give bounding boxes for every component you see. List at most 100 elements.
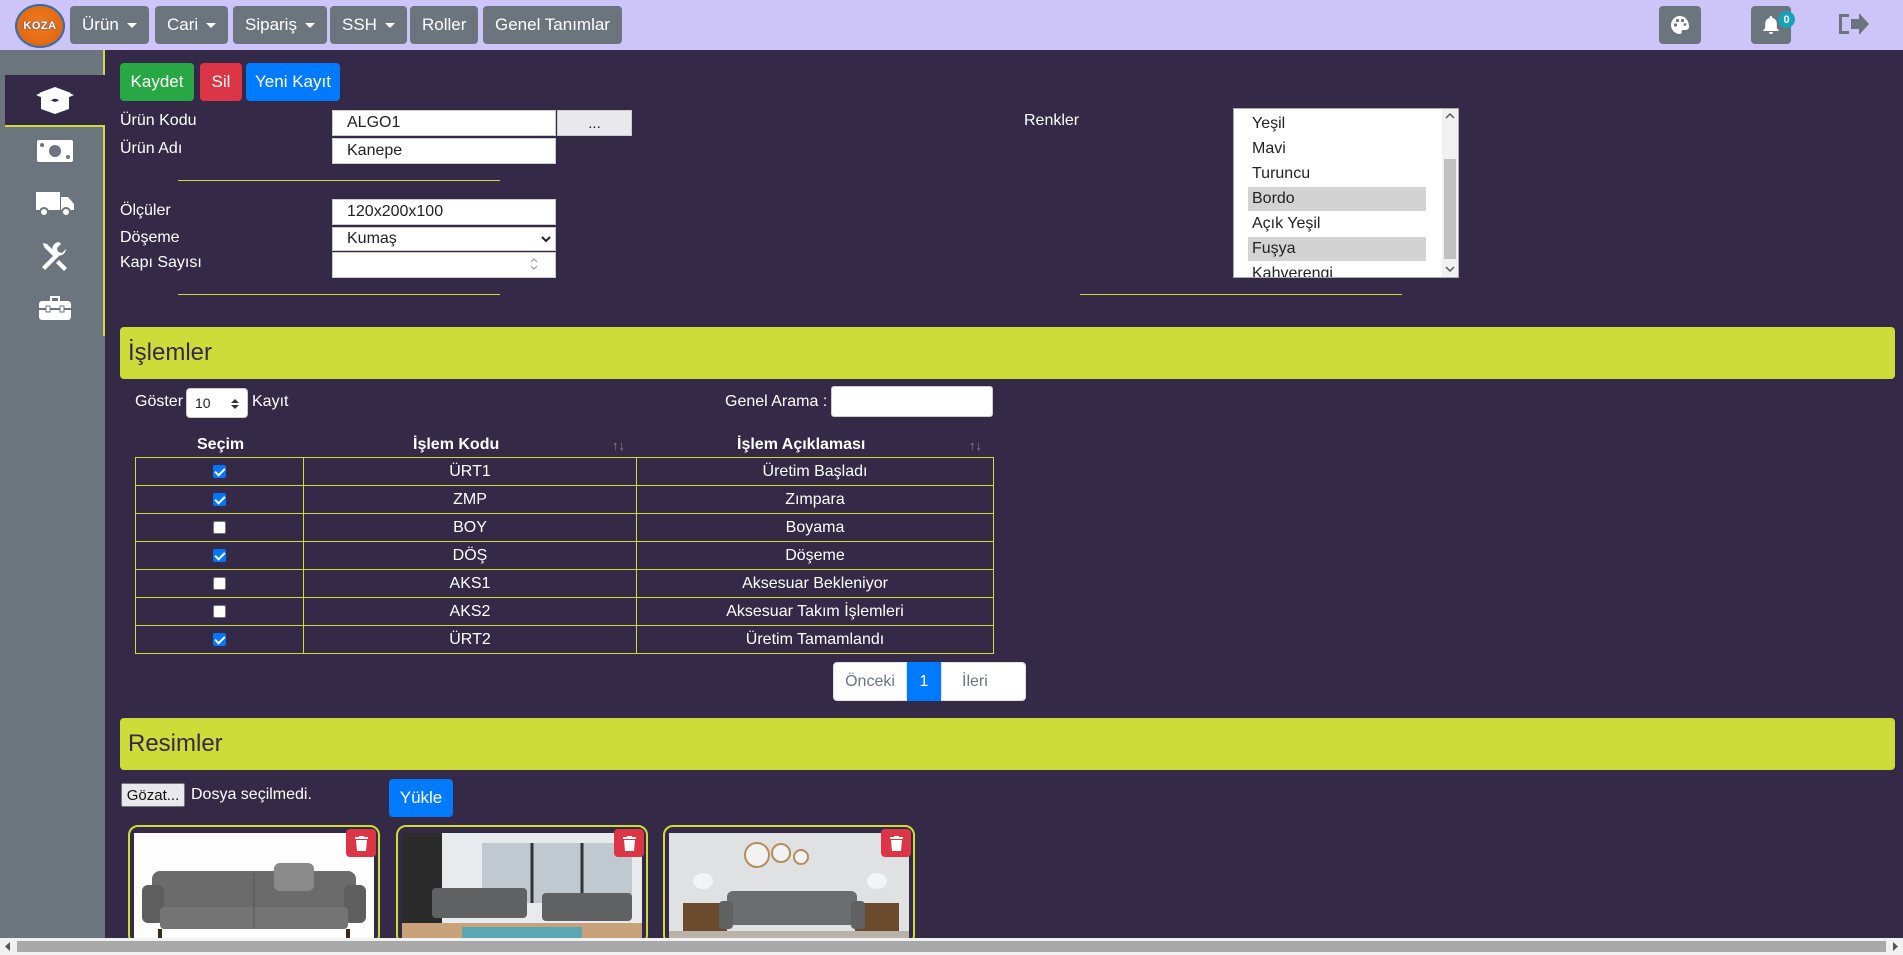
sort-arrows-icon <box>231 399 239 409</box>
caret-down-icon <box>206 22 217 28</box>
menu-roller-label: Roller <box>422 15 467 34</box>
menu-cari[interactable]: Cari <box>155 6 229 44</box>
operations-table: ÜRT1 Üretim Başladı ZMP Zımpara BOY Boyama DÖŞ… <box>135 457 994 654</box>
koza-logo[interactable]: KOZA <box>15 4 65 48</box>
operation-code-cell: DÖŞ <box>303 541 637 570</box>
table-row: ÜRT1 Üretim Başladı <box>135 457 994 486</box>
operation-code-cell: ÜRT2 <box>303 625 637 654</box>
caret-down-icon <box>126 22 137 28</box>
menu-urun[interactable]: Ürün <box>70 6 149 44</box>
pagination-next[interactable]: İleri <box>941 662 1026 701</box>
product-code-input[interactable]: ALGO1 <box>332 110 556 136</box>
palette-icon <box>1671 16 1689 34</box>
search-input[interactable] <box>831 386 993 417</box>
toolbox-icon <box>39 296 71 320</box>
listbox-scrollbar[interactable] <box>1442 109 1458 277</box>
page-size-select[interactable]: 10 <box>186 388 248 418</box>
search-label: Genel Arama : <box>725 393 828 410</box>
sort-icon[interactable]: ↑↓ <box>969 438 982 453</box>
door-count-input[interactable] <box>332 252 556 278</box>
color-option[interactable]: Mavi <box>1248 137 1426 161</box>
upholstery-select[interactable]: Kumaş <box>332 227 556 251</box>
color-option-selected[interactable]: Bordo <box>1248 187 1426 211</box>
color-option[interactable]: Turuncu <box>1248 162 1426 186</box>
divider <box>178 180 500 181</box>
lounge-photo <box>669 833 909 943</box>
chevron-down-icon <box>541 236 551 243</box>
color-option-selected[interactable]: Fuşya <box>1248 237 1426 261</box>
table-row: AKS2 Aksesuar Takım İşlemleri <box>135 597 994 626</box>
table-row: AKS1 Aksesuar Bekleniyor <box>135 569 994 598</box>
file-browse-button[interactable]: Gözat... <box>121 783 185 807</box>
color-option[interactable]: Kahverengi <box>1248 262 1426 277</box>
color-option[interactable]: Açık Yeşil <box>1248 212 1426 236</box>
horizontal-scrollbar[interactable] <box>0 938 1903 955</box>
save-button[interactable]: Kaydet <box>120 63 194 101</box>
pagination-current-page[interactable]: 1 <box>907 662 941 701</box>
caret-down-icon <box>384 22 395 28</box>
product-code-browse-button[interactable]: ... <box>557 110 632 136</box>
new-record-button[interactable]: Yeni Kayıt <box>246 63 340 101</box>
selection-cell <box>135 597 304 626</box>
image-card <box>128 825 380 945</box>
delete-image-button[interactable] <box>614 829 644 857</box>
operation-description-cell: Boyama <box>636 513 994 542</box>
sofa-image <box>134 833 374 943</box>
column-header-code[interactable]: İşlem Kodu <box>413 436 499 454</box>
colors-listbox[interactable]: Yeşil Mavi Turuncu Bordo Açık Yeşil Fuşy… <box>1233 108 1459 278</box>
sort-icon[interactable]: ↑↓ <box>612 438 625 453</box>
notifications-button[interactable]: 0 <box>1751 6 1795 44</box>
row-checkbox[interactable] <box>213 576 226 590</box>
column-header-selection[interactable]: Seçim <box>197 436 244 454</box>
sidebar-item-toolbox[interactable] <box>5 282 105 334</box>
horizontal-scroll-thumb[interactable] <box>17 941 1886 952</box>
theme-button[interactable] <box>1659 6 1701 44</box>
door-count-label: Kapı Sayısı <box>120 254 202 271</box>
sidebar-item-service[interactable] <box>5 230 105 282</box>
truck-icon <box>36 192 74 217</box>
menu-siparis-label: Sipariş <box>245 15 297 34</box>
pagination-previous[interactable]: Önceki <box>833 662 907 701</box>
delete-image-button[interactable] <box>346 829 376 857</box>
selection-cell <box>135 541 304 570</box>
column-header-description[interactable]: İşlem Açıklaması <box>737 436 865 454</box>
page-size-value: 10 <box>195 395 211 411</box>
sidebar-item-products[interactable] <box>5 75 105 127</box>
menu-urun-label: Ürün <box>82 15 119 34</box>
row-checkbox[interactable] <box>213 464 226 478</box>
logout-button[interactable] <box>1836 10 1872 40</box>
menu-genel-tanimlar[interactable]: Genel Tanımlar <box>483 6 622 44</box>
scroll-right-icon[interactable] <box>1891 942 1899 951</box>
table-row: BOY Boyama <box>135 513 994 542</box>
sidebar-item-shipping[interactable] <box>5 178 105 230</box>
dimensions-label: Ölçüler <box>120 202 171 219</box>
menu-genel-tanimlar-label: Genel Tanımlar <box>495 15 610 34</box>
row-checkbox[interactable] <box>213 492 226 506</box>
images-section-header: Resimler <box>120 718 1895 770</box>
number-spinner-icon[interactable] <box>529 256 539 272</box>
selection-cell <box>135 457 304 486</box>
listbox-scroll-thumb[interactable] <box>1444 159 1456 259</box>
menu-siparis[interactable]: Sipariş <box>233 6 327 44</box>
dimensions-input[interactable]: 120x200x100 <box>332 199 556 225</box>
money-bill-icon <box>37 140 73 162</box>
delete-button[interactable]: Sil <box>200 63 242 101</box>
scroll-up-icon[interactable] <box>1445 112 1455 120</box>
menu-ssh-label: SSH <box>342 15 377 34</box>
scroll-left-icon[interactable] <box>4 942 12 951</box>
menu-ssh[interactable]: SSH <box>330 6 407 44</box>
tools-icon <box>42 242 67 271</box>
menu-roller[interactable]: Roller <box>410 6 479 44</box>
sidebar-item-finance[interactable] <box>5 125 105 177</box>
living-room-photo <box>402 833 642 943</box>
row-checkbox[interactable] <box>213 604 226 618</box>
selection-cell <box>135 485 304 514</box>
row-checkbox[interactable] <box>213 632 226 646</box>
row-checkbox[interactable] <box>213 520 226 534</box>
upload-button[interactable]: Yükle <box>389 779 453 817</box>
color-option[interactable]: Yeşil <box>1248 112 1426 136</box>
scroll-down-icon[interactable] <box>1445 265 1455 273</box>
delete-image-button[interactable] <box>881 829 911 857</box>
row-checkbox[interactable] <box>213 548 226 562</box>
product-name-input[interactable]: Kanepe <box>332 138 556 164</box>
